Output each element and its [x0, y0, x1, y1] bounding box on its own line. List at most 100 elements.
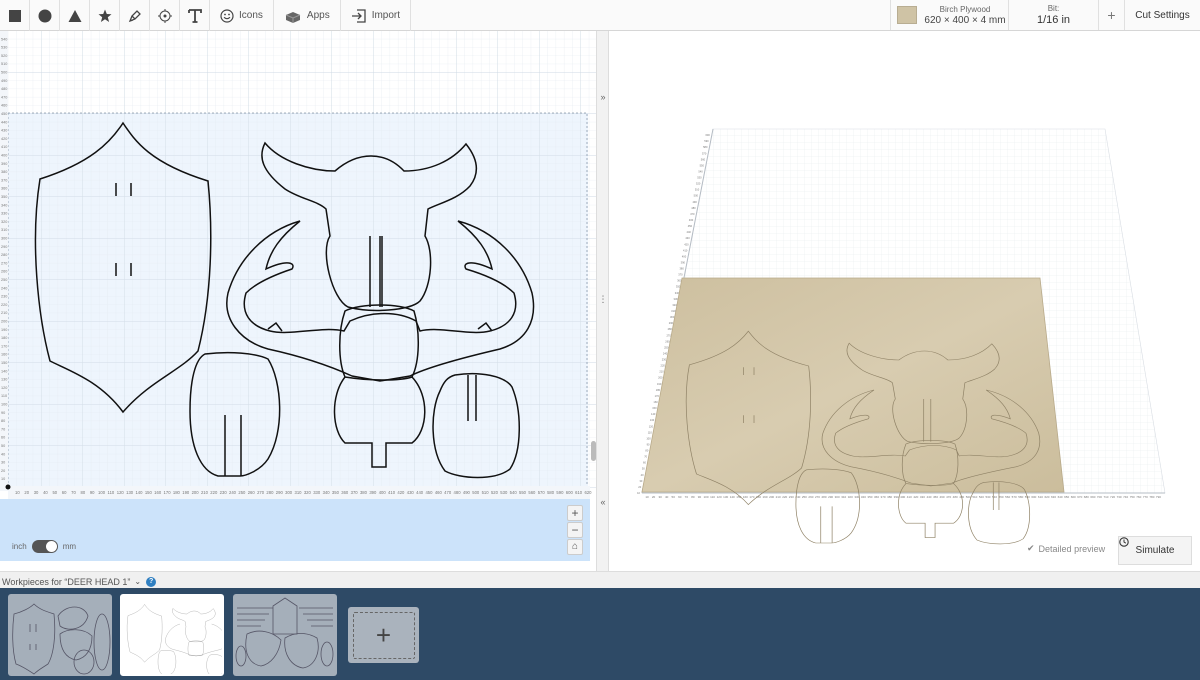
preview-y-tick-label: 580 [703, 145, 708, 149]
preview-x-tick-label: 410 [907, 495, 912, 499]
text-tool-button[interactable] [180, 0, 210, 31]
material-selector[interactable]: Birch Plywood 620 × 400 × 4 mm [890, 0, 1008, 30]
preview-x-tick-label: 320 [848, 495, 853, 499]
preview-x-tick-label: 620 [1044, 495, 1049, 499]
x-tick-label: 60 [62, 490, 67, 495]
bit-label: Bit: [1047, 4, 1060, 13]
workpieces-bar: + [0, 588, 1200, 680]
3d-preview[interactable]: 10 20 30 40 50 60 70 80 90 100 110 120 130 140 150 160 1… [609, 31, 1200, 571]
x-tick-label: 410 [388, 490, 396, 495]
pen-icon [128, 9, 141, 22]
unit-toggle[interactable]: inch mm [12, 540, 76, 553]
apps-button[interactable]: Apps [274, 0, 341, 31]
import-button[interactable]: Import [341, 0, 412, 31]
import-icon [351, 8, 366, 23]
preview-x-tick-label: 140 [730, 495, 735, 499]
workpiece-thumb-3[interactable] [233, 594, 337, 676]
pen-tool-button[interactable] [120, 0, 150, 31]
pane-divider[interactable]: » ⋮ « [597, 31, 609, 571]
y-tick-label: 240 [1, 286, 7, 290]
check-icon: ✔ [1027, 543, 1035, 553]
preview-x-tick-label: 10 [645, 495, 649, 499]
x-tick-label: 610 [575, 490, 583, 495]
preview-y-tick-label: 410 [683, 248, 688, 252]
preview-x-tick-label: 520 [979, 495, 984, 499]
y-tick-label: 510 [1, 62, 7, 66]
x-tick-label: 490 [463, 490, 471, 495]
detailed-preview-toggle[interactable]: ✔ Detailed preview [1027, 543, 1105, 554]
workpiece-thumb-2-image [127, 604, 222, 674]
collapse-right-icon[interactable]: » [597, 92, 609, 102]
preview-x-tick-label: 690 [1090, 495, 1095, 499]
y-tick-label: 310 [1, 228, 7, 232]
star-tool-button[interactable] [90, 0, 120, 31]
chevron-down-icon[interactable]: ⌄ [134, 577, 141, 586]
preview-y-tick-label: 530 [697, 176, 702, 180]
x-tick-label: 520 [491, 490, 499, 495]
y-tick-label: 300 [1, 237, 7, 241]
zoom-in-button[interactable]: + [567, 505, 583, 521]
y-tick-label: 540 [1, 37, 7, 41]
cut-settings-button[interactable]: Cut Settings [1124, 0, 1200, 30]
preview-y-tick-label: 560 [701, 157, 706, 161]
unit-switch[interactable] [31, 540, 58, 553]
preview-x-tick-label: 360 [874, 495, 879, 499]
x-tick-label: 480 [454, 490, 462, 495]
y-tick-label: 340 [1, 203, 7, 207]
preview-x-tick-label: 640 [1058, 495, 1063, 499]
y-tick-label: 120 [1, 386, 7, 390]
help-icon[interactable]: ? [146, 576, 157, 587]
bit-selector[interactable]: Bit: 1/16 in [1008, 0, 1098, 30]
origin-marker [5, 484, 11, 490]
preview-x-tick-label: 750 [1130, 495, 1135, 499]
y-tick-label: 360 [1, 187, 7, 191]
target-tool-button[interactable] [150, 0, 180, 31]
y-tick-label: 280 [1, 253, 7, 257]
preview-y-tick-label: 570 [702, 151, 707, 155]
x-ruler: 10 20 30 40 50 60 70 80 90 100 110 120 130 140 150 160 1… [15, 490, 592, 495]
icons-button[interactable]: Icons [210, 0, 274, 31]
design-canvas[interactable]: 10 20 30 40 50 60 70 80 90 100 110 120 130 140 150 160 1… [0, 31, 597, 571]
y-tick-label: 10 [1, 477, 5, 481]
preview-y-tick-label: 230 [662, 358, 667, 362]
x-tick-label: 20 [24, 490, 29, 495]
preview-x-tick-label: 510 [972, 495, 977, 499]
add-workpiece-plus-icon: + [352, 611, 415, 659]
circle-tool-button[interactable] [30, 0, 60, 31]
triangle-tool-button[interactable] [60, 0, 90, 31]
add-bit-button[interactable]: + [1098, 0, 1124, 30]
preview-x-tick-label: 730 [1117, 495, 1122, 499]
square-tool-button[interactable] [0, 0, 30, 31]
y-tick-label: 40 [1, 452, 5, 456]
y-tick-label: 90 [1, 411, 5, 415]
x-tick-label: 390 [369, 490, 377, 495]
preview-x-tick-label: 470 [946, 495, 951, 499]
y-tick-label: 460 [1, 104, 7, 108]
preview-y-tick-label: 500 [694, 194, 699, 198]
y-tick-label: 370 [1, 178, 7, 182]
triangle-icon [68, 9, 81, 22]
workpiece-thumb-2-selected[interactable] [120, 594, 224, 676]
y-tick-label: 160 [1, 353, 7, 357]
preview-x-tick-label: 260 [808, 495, 813, 499]
collapse-left-icon[interactable]: « [597, 497, 609, 507]
y-tick-label: 420 [1, 137, 7, 141]
simulate-label: Simulate [1135, 545, 1175, 556]
preview-x-tick-label: 230 [789, 495, 794, 499]
preview-y-tick-label: 180 [656, 388, 661, 392]
zoom-out-button[interactable]: − [567, 522, 583, 538]
workpiece-thumb-1[interactable] [8, 594, 112, 676]
add-workpiece-button[interactable]: + [348, 607, 419, 663]
preview-x-tick-label: 400 [900, 495, 905, 499]
plus-icon: + [1107, 7, 1116, 23]
vertical-scrollbar[interactable] [591, 441, 596, 461]
preview-x-tick-label: 570 [1012, 495, 1017, 499]
preview-x-tick-label: 700 [1097, 495, 1102, 499]
preview-x-tick-label: 720 [1110, 495, 1115, 499]
home-view-button[interactable]: ⌂ [567, 539, 583, 555]
x-tick-label: 120 [117, 490, 125, 495]
simulate-button[interactable]: Simulate [1118, 536, 1192, 565]
preview-x-tick-label: 710 [1103, 495, 1108, 499]
drag-handle-icon[interactable]: ⋮ [597, 294, 609, 305]
preview-y-tick-label: 20 [638, 485, 641, 489]
